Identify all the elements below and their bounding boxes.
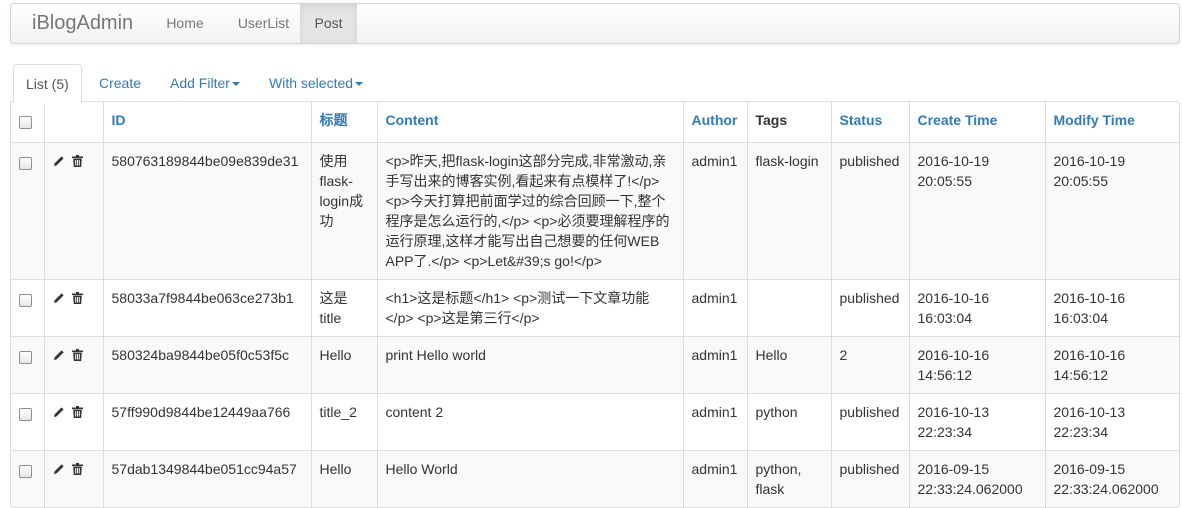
row-actions <box>43 393 104 451</box>
pencil-icon[interactable] <box>53 463 65 475</box>
pencil-icon[interactable] <box>53 292 65 304</box>
cell-author: admin1 <box>682 279 748 337</box>
with-selected-label: With selected <box>269 75 354 91</box>
cell-title: title_2 <box>310 393 378 451</box>
row-select-cell <box>11 279 45 337</box>
cell-modify-time: 2016-10-19 20:05:55 <box>1044 142 1179 280</box>
cell-status: published <box>830 450 910 507</box>
cell-status: published <box>830 279 910 337</box>
cell-id: 580763189844be09e839de31 <box>102 142 312 280</box>
column-header-title[interactable]: 标题 <box>310 102 378 143</box>
row-select-cell <box>11 393 45 451</box>
caret-down-icon <box>231 82 240 87</box>
cell-author: admin1 <box>682 393 748 451</box>
trash-icon[interactable] <box>72 406 84 419</box>
row-checkbox[interactable] <box>19 408 32 421</box>
trash-icon[interactable] <box>72 463 84 476</box>
cell-create-time: 2016-09-15 22:33:24.062000 <box>908 450 1046 507</box>
cell-title: Hello <box>310 336 378 394</box>
cell-status: published <box>830 393 910 451</box>
cell-tags: Hello <box>746 336 832 394</box>
cell-create-time: 2016-10-13 22:23:34 <box>908 393 1046 451</box>
row-actions <box>43 279 104 337</box>
add-filter-label: Add Filter <box>170 75 230 91</box>
model-tabs: List (5) Create Add Filter With selected <box>13 64 1180 103</box>
cell-tags: python, flask <box>746 450 832 507</box>
cell-modify-time: 2016-10-16 14:56:12 <box>1044 336 1179 394</box>
caret-down-icon <box>355 82 364 87</box>
row-checkbox[interactable] <box>19 294 32 307</box>
navbar: iBlogAdmin Home UserList Post <box>10 3 1180 44</box>
pencil-icon[interactable] <box>53 155 65 167</box>
cell-status: 2 <box>830 336 910 394</box>
cell-id: 580324ba9844be05f0c53f5c <box>102 336 312 394</box>
nav-item-home[interactable]: Home <box>154 4 216 43</box>
nav-item-post[interactable]: Post <box>300 4 357 43</box>
nav-item-userlist[interactable]: UserList <box>222 4 305 43</box>
cell-author: admin1 <box>682 450 748 507</box>
row-checkbox[interactable] <box>19 157 32 170</box>
pencil-icon[interactable] <box>53 349 65 361</box>
tab-add-filter[interactable]: Add Filter <box>170 64 240 102</box>
cell-author: admin1 <box>682 336 748 394</box>
column-header-status[interactable]: Status <box>830 102 910 143</box>
cell-content: print Hello world <box>376 336 684 394</box>
column-header-tags: Tags <box>746 102 832 143</box>
cell-id: 57ff990d9844be12449aa766 <box>102 393 312 451</box>
select-all-checkbox[interactable] <box>19 116 32 129</box>
row-actions <box>43 336 104 394</box>
cell-tags: python <box>746 393 832 451</box>
tab-list[interactable]: List (5) <box>13 64 82 103</box>
cell-content: <h1>这是标题</h1> <p>测试一下文章功能</p> <p>这是第三行</… <box>376 279 684 337</box>
row-checkbox[interactable] <box>19 465 32 478</box>
row-select-cell <box>11 450 45 507</box>
column-header-modify-time[interactable]: Modify Time <box>1044 102 1179 143</box>
table-row: 580763189844be09e839de31 使用flask-login成功… <box>11 142 1179 280</box>
cell-author: admin1 <box>682 142 748 280</box>
tab-with-selected[interactable]: With selected <box>269 64 364 102</box>
cell-modify-time: 2016-09-15 22:33:24.062000 <box>1044 450 1179 507</box>
select-all-cell <box>11 102 45 143</box>
table-header-row: ID 标题 Content Author Tags Status Create … <box>11 102 1179 143</box>
column-header-author[interactable]: Author <box>682 102 748 143</box>
tab-create[interactable]: Create <box>99 64 141 102</box>
cell-title: 这是title <box>310 279 378 337</box>
column-header-content[interactable]: Content <box>376 102 684 143</box>
cell-title: 使用flask-login成功 <box>310 142 378 280</box>
table-row: 57dab1349844be051cc94a57 Hello Hello Wor… <box>11 450 1179 507</box>
cell-create-time: 2016-10-19 20:05:55 <box>908 142 1046 280</box>
cell-tags: flask-login <box>746 142 832 280</box>
column-header-create-time[interactable]: Create Time <box>908 102 1046 143</box>
cell-content: Hello World <box>376 450 684 507</box>
pencil-icon[interactable] <box>53 406 65 418</box>
column-header-id[interactable]: ID <box>102 102 312 143</box>
cell-id: 57dab1349844be051cc94a57 <box>102 450 312 507</box>
actions-header <box>43 102 104 143</box>
row-select-cell <box>11 142 45 280</box>
cell-modify-time: 2016-10-13 22:23:34 <box>1044 393 1179 451</box>
cell-modify-time: 2016-10-16 16:03:04 <box>1044 279 1179 337</box>
cell-id: 58033a7f9844be063ce273b1 <box>102 279 312 337</box>
trash-icon[interactable] <box>72 155 84 168</box>
row-checkbox[interactable] <box>19 351 32 364</box>
cell-tags <box>746 279 832 337</box>
cell-create-time: 2016-10-16 16:03:04 <box>908 279 1046 337</box>
row-actions <box>43 450 104 507</box>
cell-content: content 2 <box>376 393 684 451</box>
row-select-cell <box>11 336 45 394</box>
trash-icon[interactable] <box>72 349 84 362</box>
row-actions <box>43 142 104 280</box>
table-row: 58033a7f9844be063ce273b1 这是title <h1>这是标… <box>11 279 1179 337</box>
brand-logo[interactable]: iBlogAdmin <box>32 12 133 35</box>
trash-icon[interactable] <box>72 292 84 305</box>
cell-status: published <box>830 142 910 280</box>
table-row: 580324ba9844be05f0c53f5c Hello print Hel… <box>11 336 1179 394</box>
cell-content: <p>昨天,把flask-login这部分完成,非常激动,亲手写出来的博客实例,… <box>376 142 684 280</box>
post-list-table: ID 标题 Content Author Tags Status Create … <box>10 101 1180 508</box>
table-row: 57ff990d9844be12449aa766 title_2 content… <box>11 393 1179 451</box>
cell-title: Hello <box>310 450 378 507</box>
cell-create-time: 2016-10-16 14:56:12 <box>908 336 1046 394</box>
